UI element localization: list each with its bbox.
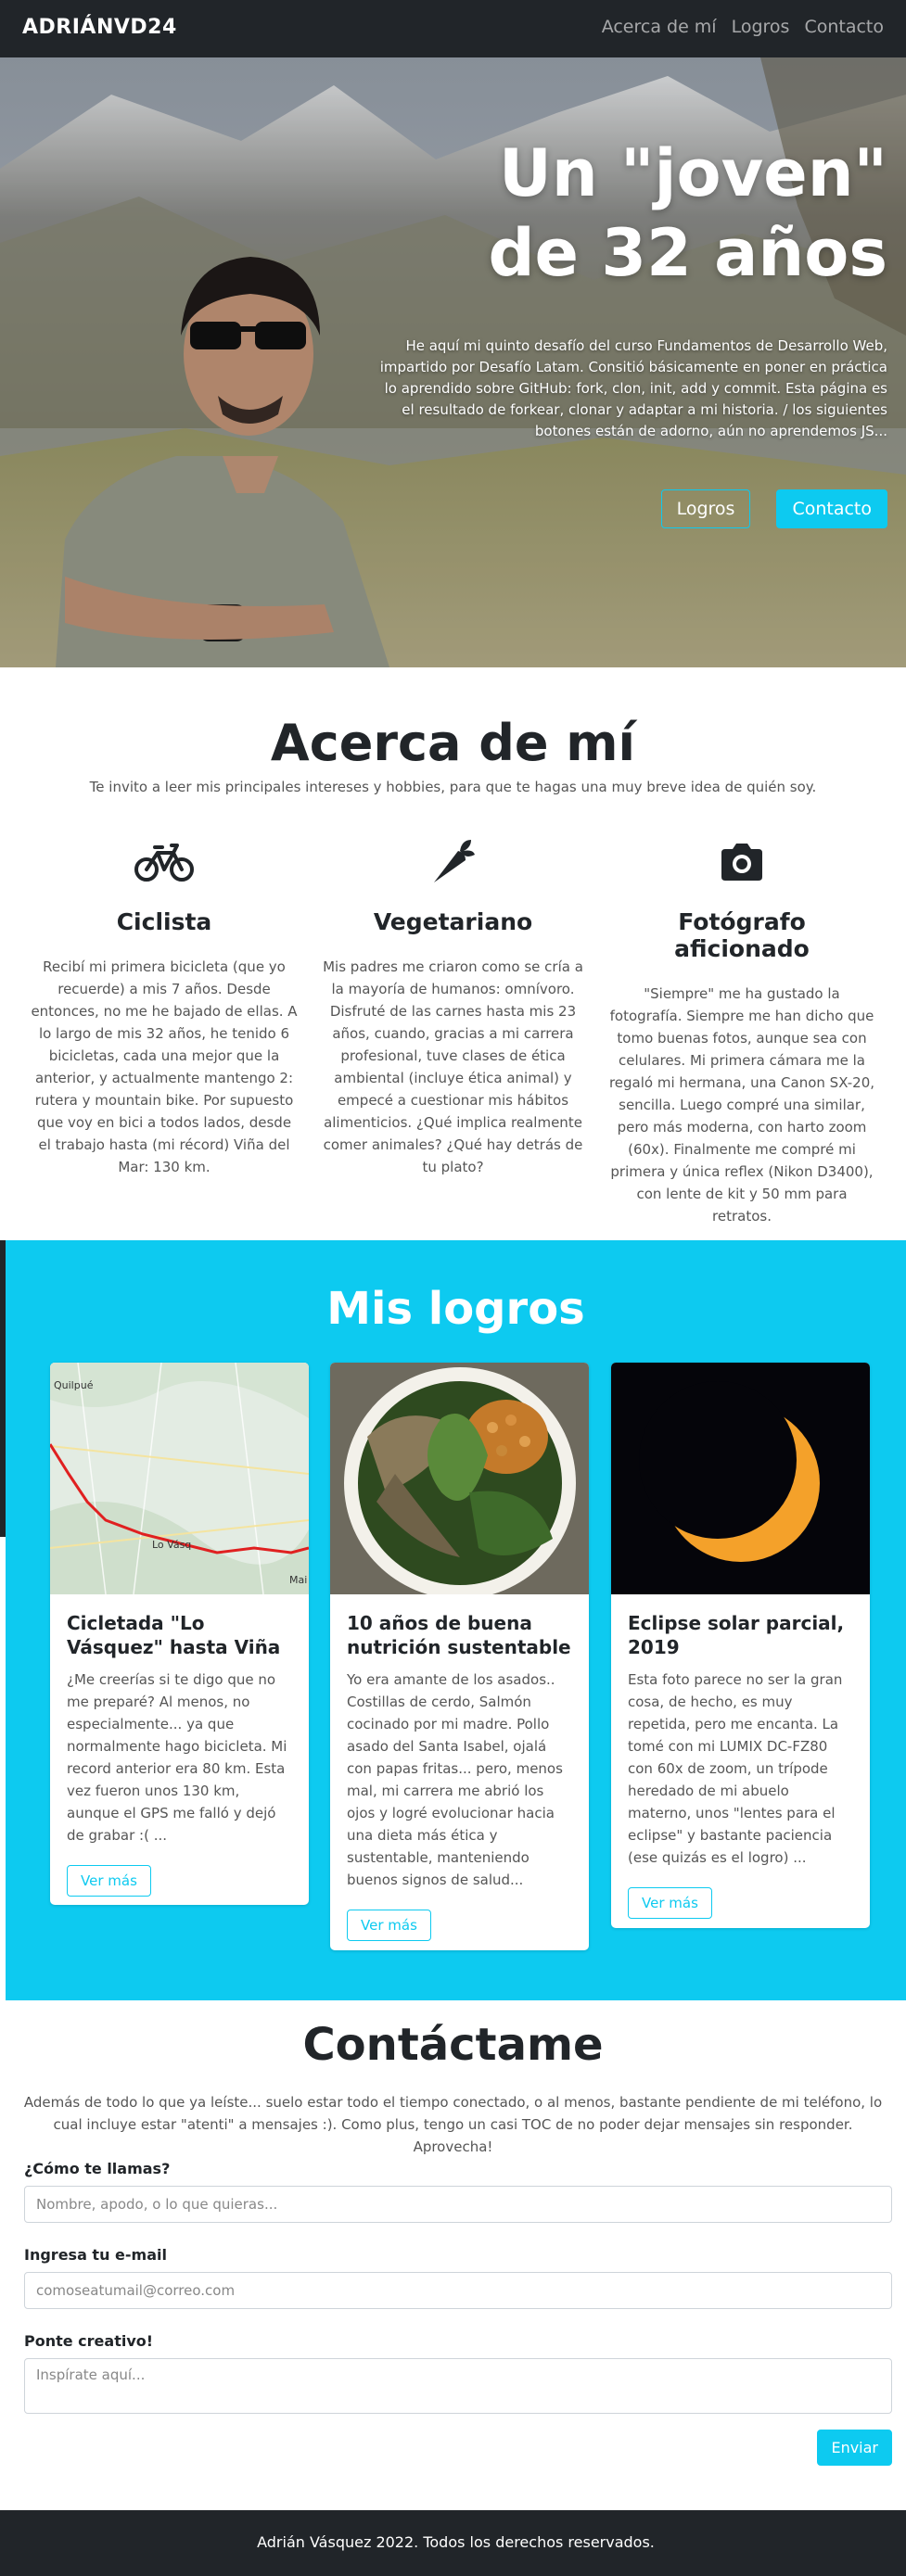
hero-section: Un "joven" de 32 años He aquí mi quinto … [0, 57, 906, 667]
hero-buttons: Logros Contacto [660, 489, 887, 528]
hero-title: Un "joven" de 32 años [488, 135, 887, 291]
contact-title: Contáctame [302, 2019, 604, 2071]
brand-logo[interactable]: ADRIÁNVD24 [22, 16, 177, 39]
nav-links: Acerca de mí Logros Contacto [602, 17, 884, 37]
camera-icon [607, 834, 876, 890]
hero-logros-button[interactable]: Logros [660, 489, 751, 528]
feature-vegetariano: Vegetariano Mis padres me criaron como s… [319, 834, 588, 1227]
feature-text: Recibí mi primera bicicleta (que yo recu… [31, 958, 298, 1175]
logro-card-eclipse: Eclipse solar parcial, 2019 Esta foto pa… [611, 1363, 870, 1928]
feature-ciclista: Ciclista Recibí mi primera bicicleta (qu… [30, 834, 299, 1227]
logros-title: Mis logros [326, 1283, 585, 1335]
about-section: Acerca de mí Te invito a leer mis princi… [0, 667, 906, 1240]
ver-mas-button[interactable]: Ver más [628, 1887, 712, 1919]
feature-title: Ciclista [116, 908, 212, 935]
nav-link-about[interactable]: Acerca de mí [602, 17, 717, 37]
card-text: Esta foto parece no ser la gran cosa, de… [628, 1671, 843, 1866]
email-input[interactable] [24, 2272, 892, 2309]
card-title: Eclipse solar parcial, 2019 [628, 1612, 845, 1658]
map-label: Lo Vásq [152, 1539, 191, 1551]
eclipse-image [611, 1363, 870, 1594]
map-label: Quilpué [54, 1379, 94, 1391]
nav-link-contacto[interactable]: Contacto [804, 17, 884, 37]
ver-mas-button[interactable]: Ver más [347, 1910, 431, 1941]
logros-section: Mis logros Quilpué Lo Vásq Mai Cicletada… [6, 1240, 906, 2000]
feature-fotografo: Fotógrafo aficionado "Siempre" me ha gus… [607, 834, 876, 1227]
left-edge-strip [0, 1240, 6, 1537]
logro-card-cicletada: Quilpué Lo Vásq Mai Cicletada "Lo Vásque… [50, 1363, 309, 1905]
feature-title: Vegetariano [373, 908, 533, 935]
submit-button[interactable]: Enviar [817, 2430, 892, 2466]
message-textarea[interactable] [24, 2358, 892, 2414]
contact-section: Contáctame Además de todo lo que ya leís… [0, 2000, 906, 2510]
nav-link-logros[interactable]: Logros [732, 17, 790, 37]
message-label: Ponte creativo! [24, 2332, 154, 2350]
about-lead: Te invito a leer mis principales interes… [89, 779, 817, 795]
map-label: Mai [289, 1574, 307, 1586]
hero-contacto-button[interactable]: Contacto [776, 489, 887, 528]
navbar: ADRIÁNVD24 Acerca de mí Logros Contacto [0, 0, 906, 57]
card-body: 10 años de buena nutrición sustentable Y… [330, 1594, 589, 1950]
card-text: ¿Me creerías si te digo que no me prepar… [67, 1671, 287, 1844]
name-label: ¿Cómo te llamas? [24, 2160, 171, 2177]
card-title: Cicletada "Lo Vásquez" hasta Viña [67, 1612, 281, 1658]
logro-card-nutricion: 10 años de buena nutrición sustentable Y… [330, 1363, 589, 1950]
about-title: Acerca de mí [270, 714, 636, 772]
feature-text: "Siempre" me ha gustado la fotografía. S… [608, 985, 875, 1225]
card-text: Yo era amante de los asados.. Costillas … [347, 1671, 563, 1888]
card-body: Cicletada "Lo Vásquez" hasta Viña ¿Me cr… [50, 1594, 309, 1905]
name-input[interactable] [24, 2186, 892, 2223]
food-plate-image [330, 1363, 589, 1594]
feature-text: Mis padres me criaron como se cría a la … [323, 958, 583, 1175]
carrot-icon [319, 834, 588, 890]
card-title: 10 años de buena nutrición sustentable [347, 1612, 571, 1658]
footer-text: Adrián Vásquez 2022. Todos los derechos … [257, 2533, 655, 2551]
hero-description: He aquí mi quinto desafío del curso Fund… [379, 337, 887, 439]
footer: Adrián Vásquez 2022. Todos los derechos … [6, 2510, 906, 2576]
features-row: Ciclista Recibí mi primera bicicleta (qu… [30, 834, 876, 1227]
card-body: Eclipse solar parcial, 2019 Esta foto pa… [611, 1594, 870, 1928]
email-label: Ingresa tu e-mail [24, 2246, 167, 2264]
bicycle-icon [30, 834, 299, 890]
route-map-image: Quilpué Lo Vásq Mai [50, 1363, 309, 1594]
feature-title: Fotógrafo aficionado [674, 908, 810, 962]
ver-mas-button[interactable]: Ver más [67, 1865, 151, 1897]
contact-lead: Además de todo lo que ya leíste... suelo… [23, 2094, 883, 2155]
